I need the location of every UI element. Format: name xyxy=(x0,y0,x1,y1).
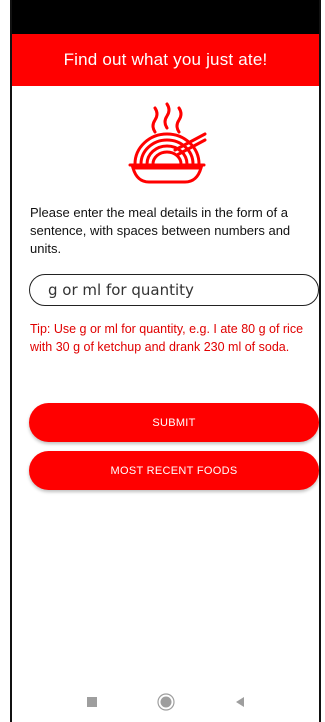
square-recents-icon[interactable] xyxy=(83,693,101,711)
noodle-bowl-icon xyxy=(128,102,207,184)
submit-button[interactable]: SUBMIT xyxy=(29,403,319,442)
status-bar xyxy=(12,0,319,34)
instructions-text: Please enter the meal details in the for… xyxy=(30,205,291,256)
circle-home-icon[interactable] xyxy=(156,693,175,711)
most-recent-foods-button[interactable]: MOST RECENT FOODS xyxy=(29,451,319,490)
triangle-back-icon[interactable] xyxy=(231,693,249,711)
app-bar: Find out what you just ate! xyxy=(12,34,319,86)
tip-text: Tip: Use g or ml for quantity, e.g. I at… xyxy=(30,322,304,354)
phone-frame: Find out what you just ate! Please enter… xyxy=(10,0,321,722)
app-title: Find out what you just ate! xyxy=(63,50,268,69)
meal-details-input[interactable] xyxy=(29,274,319,306)
system-nav-bar xyxy=(12,682,319,722)
